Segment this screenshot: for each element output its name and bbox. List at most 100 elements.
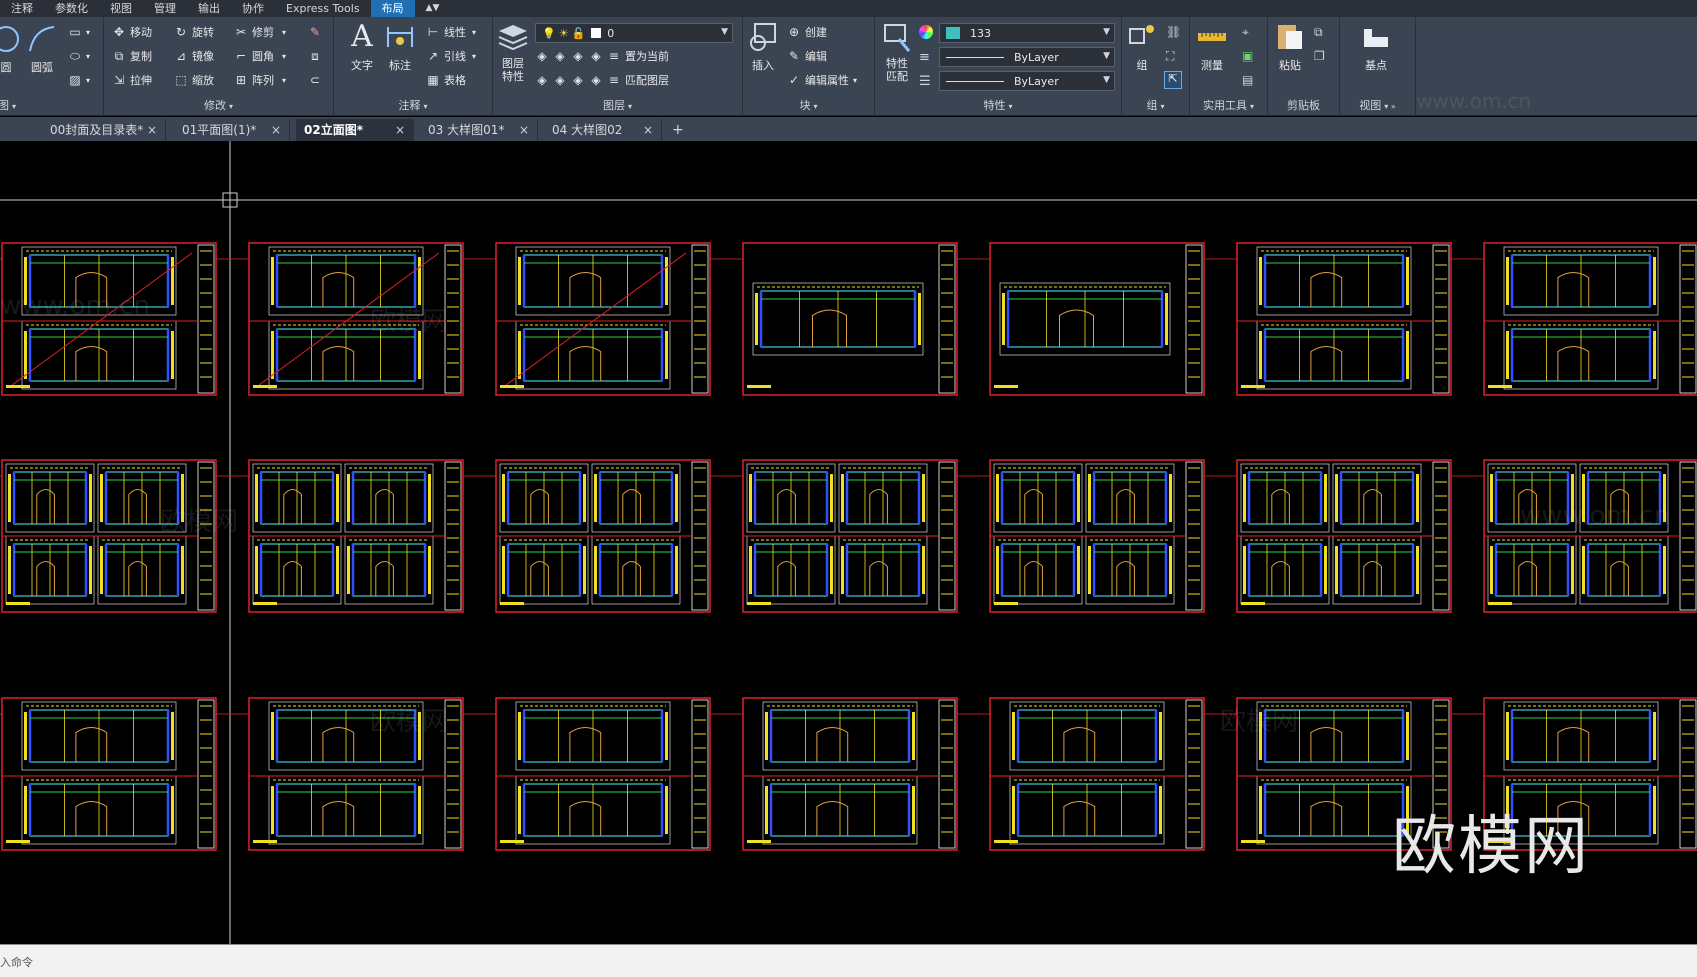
offset-button[interactable]: ⊂ <box>308 71 326 89</box>
tab-cover-and-index[interactable]: 00封面及目录表* × <box>42 119 166 141</box>
close-icon[interactable]: × <box>519 119 529 141</box>
fillet-button[interactable]: ⌐ 圆角 ▾ <box>234 47 286 65</box>
ribbon-tab-annotate[interactable]: 注释 <box>0 0 44 17</box>
text-tool[interactable]: A 文字 <box>346 21 378 73</box>
ungroup-icon[interactable]: ⛓ <box>1166 25 1181 39</box>
group-tool[interactable]: 组 <box>1126 21 1158 73</box>
annotation-panel-title[interactable]: 注释 ▾ <box>334 97 492 113</box>
block-panel-title[interactable]: 块 ▾ <box>743 97 874 113</box>
edit-attributes-button[interactable]: ✓ 编辑属性 ▾ <box>787 71 857 89</box>
copy-button[interactable]: ⧉ 复制 <box>112 47 152 65</box>
view-title-label <box>253 602 277 605</box>
lineweight-dropdown[interactable]: ByLayer ▼ <box>939 71 1115 91</box>
command-line[interactable]: 入命令 <box>0 944 1697 977</box>
rectangle-tool[interactable]: ▭ ▾ <box>68 23 90 41</box>
stretch-button[interactable]: ⇲ 拉伸 <box>112 71 152 89</box>
mirror-button[interactable]: ⊿ 镜像 <box>174 47 214 65</box>
lineweight-icon: ☰ <box>919 74 931 89</box>
dimension-tool[interactable]: 标注 <box>384 21 416 73</box>
dimension-ticks-left <box>271 786 274 834</box>
close-icon[interactable]: × <box>395 119 405 141</box>
create-block-button[interactable]: ⊕ 创建 <box>787 23 827 41</box>
layer-dropdown[interactable]: 💡 ☀ 🔓 0 ▼ <box>535 23 733 43</box>
add-tab-button[interactable]: + <box>672 119 684 141</box>
match-properties-tool[interactable]: 特性 匹配 <box>881 21 913 83</box>
tab-details-02[interactable]: 04 大样图02 × <box>544 119 662 141</box>
leader-button[interactable]: ↗ 引线 ▾ <box>426 47 476 65</box>
groups-panel-title[interactable]: 组 ▾ <box>1122 97 1189 113</box>
arc-tool[interactable]: 圆弧 <box>26 23 58 75</box>
ribbon-tab-view[interactable]: 视图 <box>99 0 143 17</box>
table-icon: ▦ <box>427 73 439 87</box>
ribbon-tab-output[interactable]: 输出 <box>187 0 231 17</box>
dimension-ticks-right <box>1406 257 1409 305</box>
quick-select-icon[interactable]: ▣ <box>1242 49 1253 63</box>
color-dropdown[interactable]: 133 ▼ <box>939 23 1115 43</box>
ribbon-tab-collaborate[interactable]: 协作 <box>231 0 275 17</box>
tab-floor-plan[interactable]: 01平面图(1)* × <box>174 119 290 141</box>
trim-button[interactable]: ✂ 修剪 ▾ <box>234 23 286 41</box>
ribbon-tab-parametric[interactable]: 参数化 <box>44 0 99 17</box>
edit-block-button[interactable]: ✎ 编辑 <box>787 47 827 65</box>
fillet-icon: ⌐ <box>235 49 247 63</box>
layers-panel-title[interactable]: 图层 ▾ <box>493 97 742 113</box>
dimension-ticks-left <box>594 546 597 594</box>
measure-tool[interactable]: 测量 <box>1196 21 1228 73</box>
dimension-ticks-right <box>1653 331 1656 379</box>
dimension-ticks-right <box>675 546 678 594</box>
ribbon-tab-layout[interactable]: 布局 <box>370 0 415 17</box>
layer-tools-row-3[interactable]: ◈ ◈ ◈ ◈ ≡ 匹配图层 <box>535 71 669 89</box>
insert-block-tool[interactable]: 插入 <box>747 21 779 73</box>
group-edit-icon[interactable]: ⛶ <box>1166 49 1174 64</box>
dimension-ticks-right <box>918 293 921 345</box>
properties-panel-title[interactable]: 特性 ▾ <box>875 97 1121 113</box>
view-panel-title[interactable]: 视图 ▾ » <box>1340 97 1415 113</box>
rotate-button[interactable]: ↻ 旋转 <box>174 23 214 41</box>
close-icon[interactable]: × <box>147 119 157 141</box>
id-point-icon[interactable]: ⌖ <box>1242 25 1249 40</box>
set-current-label[interactable]: 置为当前 <box>625 48 669 64</box>
tab-details-01[interactable]: 03 大样图01* × <box>420 119 538 141</box>
ribbon-tab-express-tools[interactable]: Express Tools <box>275 0 371 17</box>
cut-copy-icon[interactable]: ⧉ <box>1314 25 1323 40</box>
explode-button[interactable]: ⧈ <box>308 47 326 65</box>
linear-dim-button[interactable]: ⊢ 线性 ▾ <box>426 23 476 41</box>
linetype-value: ByLayer <box>1014 50 1059 64</box>
close-icon[interactable]: × <box>643 119 653 141</box>
mirror-icon: ⊿ <box>175 49 187 63</box>
erase-button[interactable]: ✎ <box>308 23 326 41</box>
hatch-tool[interactable]: ▨ ▾ <box>68 71 90 89</box>
dimension-ticks-left <box>518 257 521 305</box>
close-icon[interactable]: × <box>271 119 281 141</box>
linetype-dropdown[interactable]: ByLayer ▼ <box>939 47 1115 67</box>
scale-button[interactable]: ⬚ 缩放 <box>174 71 214 89</box>
dimension-ticks-left <box>1259 786 1262 834</box>
ribbon-tab-manage[interactable]: 管理 <box>143 0 187 17</box>
match-layer-label[interactable]: 匹配图层 <box>625 72 669 88</box>
draw-panel-title[interactable]: 图 ▾ <box>0 97 103 113</box>
properties-panel: 特性 匹配 133 ▼ ≡ ByLayer ▼ ☰ ByLayer ▼ 特性 ▾ <box>875 17 1122 116</box>
utilities-panel-title[interactable]: 实用工具 ▾ <box>1190 97 1267 113</box>
table-button[interactable]: ▦ 表格 <box>426 71 466 89</box>
view-title-label <box>1241 602 1265 605</box>
paste-tool[interactable]: 粘贴 <box>1274 21 1306 73</box>
calculator-icon[interactable]: ▤ <box>1242 73 1253 87</box>
move-button[interactable]: ✥ 移动 <box>112 23 152 41</box>
ellipse-tool[interactable]: ⬭ ▾ <box>68 47 90 65</box>
array-button[interactable]: ⊞ 阵列 ▾ <box>234 71 286 89</box>
tab-elevations[interactable]: 02立面图* × <box>296 119 414 141</box>
layer-tools-row-2[interactable]: ◈ ◈ ◈ ◈ ≡ 置为当前 <box>535 47 669 65</box>
layer-properties-tool[interactable]: 图层 特性 <box>497 21 529 83</box>
group-select-icon[interactable]: ⇱ <box>1164 71 1182 89</box>
copy-clip-icon[interactable]: ❐ <box>1314 49 1325 63</box>
base-point-tool[interactable]: 基点 <box>1360 21 1392 73</box>
dimension-ticks-right <box>171 257 174 305</box>
circle-tool[interactable]: 圆 <box>0 23 22 75</box>
canvas-watermark: 欧模网 <box>370 307 449 337</box>
dimension-ticks-right <box>89 474 92 522</box>
ribbon-toggle-button[interactable]: ▲▼ <box>415 0 451 17</box>
modify-panel-title[interactable]: 修改 ▾ <box>104 97 333 113</box>
dimension-ticks-right <box>922 474 925 522</box>
layer-freeze-icon: ◈ <box>573 49 583 63</box>
leader-icon: ↗ <box>427 49 439 63</box>
